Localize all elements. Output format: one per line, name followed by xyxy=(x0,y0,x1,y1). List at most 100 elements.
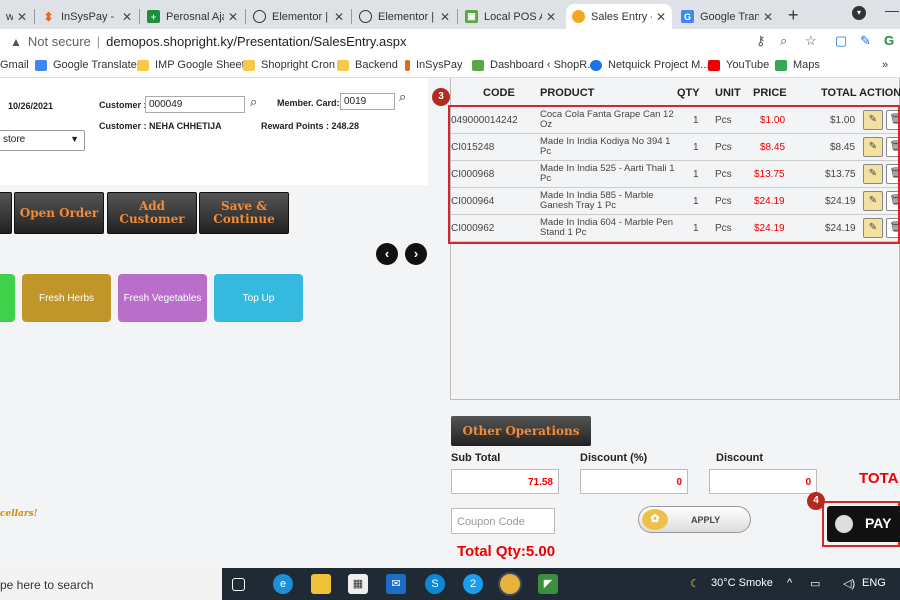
subtotal-field[interactable]: 71.58 xyxy=(451,469,559,494)
maps-icon xyxy=(775,59,787,71)
order-date: 10/26/2021 xyxy=(8,101,54,111)
order-header-panel: 10/26/2021 Customer : 000049 ⌕ Member. C… xyxy=(0,78,428,185)
zoom-icon[interactable]: ⌕ xyxy=(780,33,787,49)
browser-tab[interactable]: w ✕ xyxy=(0,4,33,29)
app-icon[interactable]: 2 xyxy=(463,574,483,594)
tab-title: Elementor | H xyxy=(272,10,330,23)
close-icon[interactable]: ✕ xyxy=(228,10,238,24)
search-icon[interactable]: ⌕ xyxy=(399,89,406,105)
bookmark-dashboard[interactable]: Dashboard ‹ ShopR... xyxy=(472,59,596,71)
bookmark-imp-google-sheet[interactable]: IMP Google Sheet xyxy=(137,59,245,71)
close-icon[interactable]: ✕ xyxy=(546,10,556,24)
category-fresh-vegetables[interactable]: Fresh Vegetables xyxy=(118,274,207,322)
tab-title: Local POS Ar xyxy=(484,10,542,23)
category-fresh-herbs[interactable]: Fresh Herbs xyxy=(22,274,111,322)
browser-tab[interactable]: G Google Trans ✕ xyxy=(675,4,779,29)
chrome-icon[interactable] xyxy=(500,574,520,594)
volume-icon[interactable]: ◁) xyxy=(843,577,855,590)
pay-highlight-box: PAY xyxy=(822,501,900,547)
save-continue-button[interactable]: Save & Continue xyxy=(199,192,289,234)
member-card-input[interactable]: 0019 xyxy=(340,93,395,110)
file-explorer-icon[interactable] xyxy=(311,574,331,594)
windows-taskbar: pe here to search e ▦ ✉ S 2 ◤ ☾ 30°C Smo… xyxy=(0,568,900,600)
browser-tab[interactable]: Elementor | L ✕ xyxy=(353,4,456,29)
close-icon[interactable]: ✕ xyxy=(17,10,27,24)
pay-label: PAY xyxy=(865,515,892,531)
total-label: TOTA xyxy=(859,470,899,487)
star-icon[interactable]: ☆ xyxy=(805,33,817,49)
close-icon[interactable]: ✕ xyxy=(334,10,344,24)
task-view-icon[interactable] xyxy=(232,578,245,591)
chevron-left-icon[interactable]: ‹ xyxy=(376,243,398,265)
add-customer-button[interactable]: Add Customer xyxy=(107,192,197,234)
network-icon[interactable]: ▭ xyxy=(810,577,820,590)
tab-title: Google Trans xyxy=(700,10,759,23)
bookmark-insyspay[interactable]: InSysPay xyxy=(405,59,462,71)
other-operations-button[interactable]: Other Operations xyxy=(451,416,591,446)
tab-search-icon[interactable]: ▾ xyxy=(852,6,866,20)
profile-icon[interactable]: G xyxy=(884,33,894,48)
bookmark-backend[interactable]: Backend xyxy=(337,59,398,71)
youtube-icon xyxy=(708,59,720,71)
netquick-icon xyxy=(590,59,602,71)
search-icon[interactable]: ⌕ xyxy=(250,94,257,110)
store-select[interactable]: store ▼ xyxy=(0,130,85,151)
sheets-favicon-icon: + xyxy=(147,10,160,23)
category-top-up[interactable]: Top Up xyxy=(214,274,303,322)
bookmark-netquick[interactable]: Netquick Project M... xyxy=(590,59,709,71)
mail-icon[interactable]: ✉ xyxy=(386,574,406,594)
annotation-badge-4: 4 xyxy=(807,492,825,510)
pen-icon[interactable]: ✎ xyxy=(860,33,871,49)
tab-title: Elementor | L xyxy=(378,10,436,23)
chevron-down-icon: ▼ xyxy=(70,134,79,144)
bookmark-gmail[interactable]: Gmail xyxy=(0,59,29,71)
extension-icon[interactable]: ▢ xyxy=(835,33,847,49)
folder-icon xyxy=(137,59,149,71)
globe-favicon-icon xyxy=(253,10,266,23)
open-order-button[interactable]: Open Order xyxy=(14,192,104,234)
discount-percent-field[interactable]: 0 xyxy=(580,469,688,494)
subtotal-label: Sub Total xyxy=(451,452,501,464)
coupon-tag-icon: ✿ xyxy=(642,509,668,530)
minimize-icon[interactable]: — xyxy=(885,2,899,18)
key-icon[interactable]: ⚷ xyxy=(756,33,766,49)
bookmarks-overflow[interactable]: » xyxy=(882,59,888,71)
dev-tool-icon[interactable]: ◤ xyxy=(538,574,558,594)
partial-left-button[interactable] xyxy=(0,192,12,234)
warning-icon[interactable]: ▲ xyxy=(10,35,22,49)
url-text[interactable]: demopos.shopright.ky/Presentation/SalesE… xyxy=(106,34,406,49)
bookmark-shopright-cron[interactable]: Shopright Cron xyxy=(243,59,335,71)
close-icon[interactable]: ✕ xyxy=(122,10,132,24)
close-icon[interactable]: ✕ xyxy=(440,10,450,24)
chevron-right-icon[interactable]: › xyxy=(405,243,427,265)
skype-icon[interactable]: S xyxy=(425,574,445,594)
language-indicator[interactable]: ENG xyxy=(862,577,886,589)
security-label[interactable]: Not secure xyxy=(28,34,91,49)
coupon-code-input[interactable]: Coupon Code xyxy=(451,508,555,534)
close-icon[interactable]: ✕ xyxy=(656,10,666,24)
browser-tab-active[interactable]: Sales Entry - (✕ xyxy=(566,4,672,29)
bookmark-google-translate[interactable]: Google Translate xyxy=(35,59,137,71)
browser-tab[interactable]: Elementor | H ✕ xyxy=(247,4,350,29)
taskbar-search-input[interactable]: pe here to search xyxy=(0,568,222,600)
apply-coupon-button[interactable]: ✿ APPLY xyxy=(638,506,751,533)
bookmark-youtube[interactable]: YouTube xyxy=(708,59,769,71)
edge-icon[interactable]: e xyxy=(273,574,293,594)
browser-tab[interactable]: ⬍ InSysPay - Bir ✕ xyxy=(36,4,138,29)
weather-icon[interactable]: ☾ xyxy=(690,577,700,590)
store-icon[interactable]: ▦ xyxy=(348,574,368,594)
close-icon[interactable]: ✕ xyxy=(763,10,773,24)
discount-field[interactable]: 0 xyxy=(709,469,817,494)
bookmark-maps[interactable]: Maps xyxy=(775,59,820,71)
weather-text[interactable]: 30°C Smoke xyxy=(711,577,773,589)
category-tile[interactable] xyxy=(0,274,15,322)
browser-tab[interactable]: ▣ Local POS Ar ✕ xyxy=(459,4,562,29)
new-tab-button[interactable]: + xyxy=(788,5,799,26)
header-code: CODE xyxy=(483,87,515,99)
folder-icon xyxy=(243,59,255,71)
chevron-up-icon[interactable]: ^ xyxy=(787,577,792,589)
browser-tab[interactable]: + Perosnal Ajay ✕ xyxy=(141,4,244,29)
customer-code-input[interactable]: 000049 xyxy=(145,96,245,113)
pay-button[interactable]: PAY xyxy=(827,506,900,542)
tab-title: Perosnal Ajay xyxy=(166,10,224,23)
